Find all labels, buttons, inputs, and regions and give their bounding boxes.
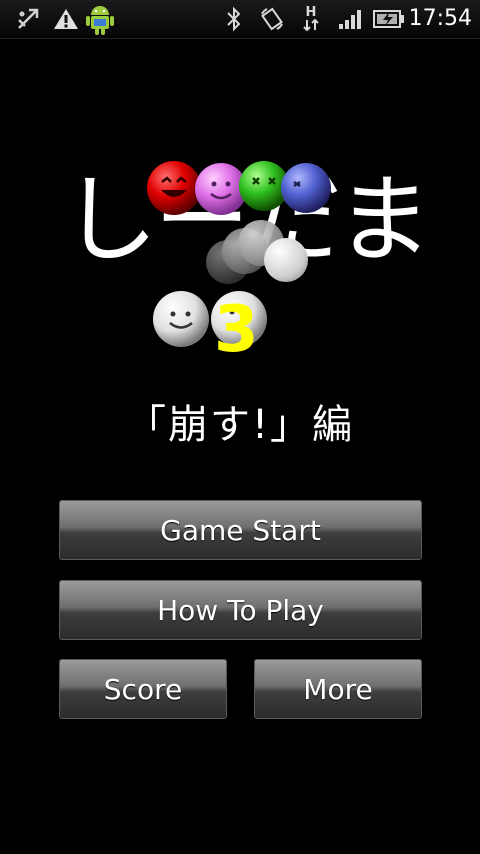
status-time: 17:54 [408,6,472,31]
usb-debug-icon [14,0,42,38]
data-network-label: H [305,5,317,20]
signal-icon [336,0,364,38]
battery-charging-icon [372,0,406,38]
game-logo: しーだま 3 [0,150,480,380]
more-button[interactable]: More [254,659,422,719]
warning-icon [52,0,80,38]
white-smiley-ball [152,290,210,348]
data-h-icon: H [298,0,324,38]
android-icon [84,0,116,38]
how-to-play-button[interactable]: How To Play [59,580,422,640]
status-bar: H 17:54 [0,0,480,39]
game-screen: H 17:54 しーだま 3 「崩す!」編 Game Start How To … [0,0,480,854]
logo-number: 3 [214,293,259,367]
bluetooth-icon [222,0,246,38]
white-ball [264,238,308,282]
score-button[interactable]: Score [59,659,227,719]
rotation-icon [258,0,286,38]
blue-ball [280,162,332,214]
logo-subtitle: 「崩す!」編 [125,402,355,448]
game-start-button[interactable]: Game Start [59,500,422,560]
